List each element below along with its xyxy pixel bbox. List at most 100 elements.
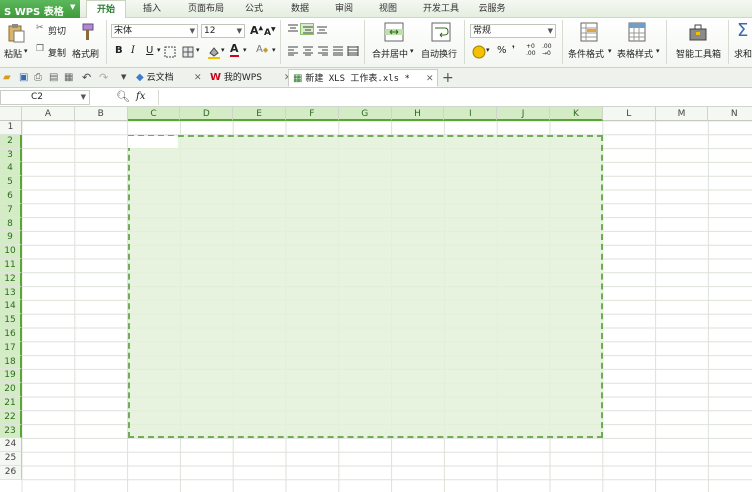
row-header-23[interactable]: 23 bbox=[0, 424, 22, 439]
chevron-down-icon[interactable]: ▾ bbox=[656, 47, 660, 55]
row-header-4[interactable]: 4 bbox=[0, 162, 22, 177]
worksheet-grid[interactable]: ABCDEFGHIJKLMN 1 2 3 4 5 6 7 8 9 10 11 12 13 14 15 16 17… bbox=[0, 107, 752, 492]
chevron-down-icon[interactable]: ▼ bbox=[121, 73, 126, 81]
row-header-1[interactable]: 1 bbox=[0, 121, 22, 135]
redo-icon[interactable]: ↷ bbox=[99, 71, 108, 84]
row-header-18[interactable]: 18 bbox=[0, 355, 22, 370]
paste-button[interactable]: 粘贴 bbox=[4, 47, 22, 60]
tab-review[interactable]: 审阅 bbox=[328, 0, 360, 18]
column-header-a[interactable]: A bbox=[22, 107, 75, 121]
format-painter-button[interactable]: 格式刷 bbox=[72, 47, 99, 60]
chevron-down-icon[interactable]: ▾ bbox=[486, 46, 490, 54]
row-header-5[interactable]: 5 bbox=[0, 176, 22, 190]
row-header-17[interactable]: 17 bbox=[0, 341, 22, 356]
row-header-16[interactable]: 16 bbox=[0, 328, 22, 342]
copy-button[interactable]: 复制 bbox=[48, 46, 66, 59]
column-header-n[interactable]: N bbox=[708, 107, 752, 121]
justify-icon[interactable] bbox=[332, 46, 344, 56]
column-header-h[interactable]: H bbox=[391, 107, 445, 121]
row-header-2[interactable]: 2 bbox=[0, 134, 22, 149]
column-header-b[interactable]: B bbox=[74, 107, 128, 121]
currency-icon[interactable] bbox=[472, 45, 486, 59]
table-style-icon[interactable] bbox=[628, 22, 646, 42]
app-menu-button[interactable]: S WPS 表格 ▼ bbox=[0, 0, 80, 18]
paste-icon[interactable] bbox=[7, 23, 25, 43]
chevron-down-icon[interactable]: ▾ bbox=[243, 46, 247, 54]
print-icon[interactable]: ▤ bbox=[49, 72, 58, 83]
tab-page-layout[interactable]: 页面布局 bbox=[180, 0, 232, 18]
row-header-19[interactable]: 19 bbox=[0, 369, 22, 384]
row-header-11[interactable]: 11 bbox=[0, 259, 22, 273]
thousands-separator-icon[interactable]: ❜ bbox=[512, 45, 515, 55]
column-header-g[interactable]: G bbox=[338, 107, 392, 121]
align-bottom-icon[interactable] bbox=[316, 24, 328, 34]
bold-button[interactable]: B bbox=[115, 45, 123, 56]
column-header-e[interactable]: E bbox=[233, 107, 286, 121]
row-header-8[interactable]: 8 bbox=[0, 217, 22, 232]
column-header-d[interactable]: D bbox=[180, 107, 234, 121]
align-middle-icon[interactable] bbox=[300, 23, 314, 35]
chevron-down-icon[interactable]: ▾ bbox=[272, 46, 276, 54]
row-header-15[interactable]: 15 bbox=[0, 314, 22, 328]
align-left-icon[interactable] bbox=[287, 46, 299, 56]
function-icon[interactable]: fx bbox=[136, 91, 145, 102]
conditional-format-button[interactable]: 条件格式 bbox=[568, 47, 604, 60]
row-header-6[interactable]: 6 bbox=[0, 190, 22, 204]
font-color-icon[interactable]: A bbox=[230, 43, 239, 57]
underline-button[interactable]: U bbox=[146, 45, 153, 56]
chevron-down-icon[interactable]: ▾ bbox=[221, 46, 225, 54]
wrap-text-button[interactable]: 自动换行 bbox=[421, 47, 457, 60]
tab-view[interactable]: 视图 bbox=[372, 0, 404, 18]
wrap-text-icon[interactable] bbox=[431, 22, 451, 42]
decrease-font-icon[interactable]: A▼ bbox=[264, 26, 276, 38]
name-box[interactable]: C2 ▼ bbox=[0, 90, 90, 105]
column-header-c[interactable]: C bbox=[127, 107, 181, 121]
select-all-corner[interactable] bbox=[0, 107, 22, 121]
chevron-down-icon[interactable]: ▾ bbox=[608, 47, 612, 55]
close-icon[interactable]: ✕ bbox=[426, 70, 434, 88]
sum-icon[interactable]: Σ bbox=[737, 20, 748, 41]
row-header-24[interactable]: 24 bbox=[0, 438, 22, 453]
sum-button[interactable]: 求和 bbox=[734, 47, 752, 60]
undo-icon[interactable]: ↶ bbox=[82, 71, 91, 84]
row-header-9[interactable]: 9 bbox=[0, 231, 22, 246]
increase-decimal-icon[interactable]: +0.00 bbox=[526, 43, 536, 57]
percent-button[interactable]: % bbox=[497, 45, 507, 56]
distribute-icon[interactable] bbox=[347, 46, 359, 56]
row-header-25[interactable]: 25 bbox=[0, 452, 22, 466]
format-painter-icon[interactable] bbox=[77, 23, 95, 41]
cut-button[interactable]: 剪切 bbox=[48, 24, 66, 37]
merge-center-button[interactable]: 合并居中 bbox=[372, 47, 408, 60]
increase-font-icon[interactable]: A▲ bbox=[250, 24, 263, 37]
conditional-format-icon[interactable] bbox=[580, 22, 598, 42]
row-header-7[interactable]: 7 bbox=[0, 203, 22, 218]
table-style-button[interactable]: 表格样式 bbox=[617, 47, 653, 60]
column-header-l[interactable]: L bbox=[602, 107, 656, 121]
tab-formulas[interactable]: 公式 bbox=[238, 0, 270, 18]
font-size-select[interactable]: 12 ▼ bbox=[201, 24, 245, 38]
column-header-m[interactable]: M bbox=[655, 107, 709, 121]
column-header-f[interactable]: F bbox=[286, 107, 339, 121]
cell-fill-icon[interactable] bbox=[182, 46, 194, 58]
export-icon[interactable]: ▦ bbox=[64, 72, 73, 83]
chevron-down-icon[interactable]: ▾ bbox=[24, 47, 28, 55]
formula-input[interactable] bbox=[158, 90, 752, 105]
merge-center-icon[interactable] bbox=[384, 22, 404, 42]
row-header-21[interactable]: 21 bbox=[0, 397, 22, 411]
row-header-10[interactable]: 10 bbox=[0, 245, 22, 259]
smart-toolbox-button[interactable]: 智能工具箱 bbox=[676, 47, 721, 60]
chevron-down-icon[interactable]: ▾ bbox=[196, 46, 200, 54]
active-cell-c2[interactable] bbox=[128, 136, 178, 148]
font-name-select[interactable]: 宋体 ▼ bbox=[111, 24, 198, 38]
tab-cloud-docs[interactable]: ◆ 云文档 ✕ bbox=[136, 69, 202, 87]
row-header-13[interactable]: 13 bbox=[0, 286, 22, 301]
align-right-icon[interactable] bbox=[317, 46, 329, 56]
number-format-select[interactable]: 常规 ▼ bbox=[470, 24, 556, 38]
chevron-down-icon[interactable]: ▾ bbox=[157, 46, 161, 54]
fill-color-icon[interactable] bbox=[207, 45, 221, 59]
tab-cloud[interactable]: 云服务 bbox=[472, 0, 512, 18]
tab-developer[interactable]: 开发工具 bbox=[416, 0, 466, 18]
close-icon[interactable]: ✕ bbox=[194, 69, 202, 87]
save-icon[interactable]: ▣ bbox=[19, 72, 28, 83]
align-top-icon[interactable] bbox=[287, 24, 299, 34]
